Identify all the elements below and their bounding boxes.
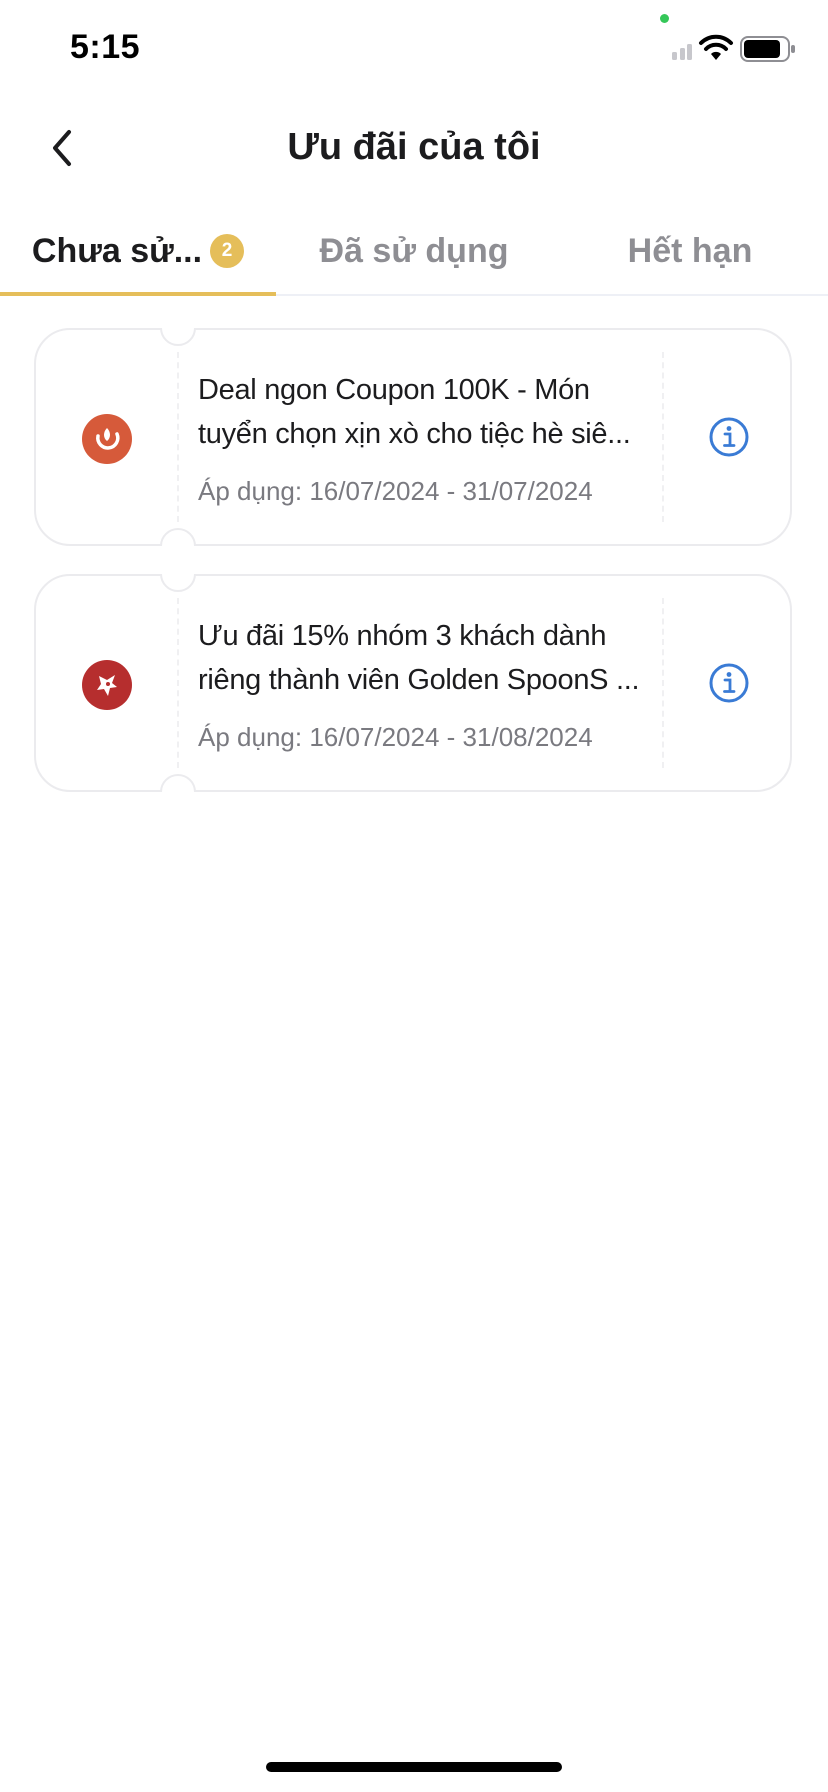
voucher-tabs: Chưa sử... 2 Đã sử dụng Hết hạn [0, 208, 828, 296]
tab-used[interactable]: Đã sử dụng [276, 208, 552, 294]
info-icon[interactable] [708, 416, 750, 458]
voucher-title: Ưu đãi 15% nhóm 3 khách dành riêng thành… [198, 620, 640, 696]
voucher-validity-dates: Áp dụng: 16/07/2024 - 31/08/2024 [198, 722, 593, 752]
brand-logo [82, 660, 132, 710]
tab-unused-count-badge: 2 [210, 234, 245, 268]
navigation-header: Ưu đãi của tôi [0, 100, 828, 196]
info-icon[interactable] [708, 662, 750, 704]
status-bar: 5:15 [0, 0, 828, 100]
home-indicator[interactable] [266, 1762, 562, 1772]
voucher-list: Deal ngon Coupon 100K - Món tuyển chọn x… [34, 308, 794, 820]
voucher-card[interactable]: Ưu đãi 15% nhóm 3 khách dành riêng thành… [34, 554, 792, 812]
tab-expired[interactable]: Hết hạn [552, 208, 828, 294]
voucher-card[interactable]: Deal ngon Coupon 100K - Món tuyển chọn x… [34, 308, 792, 566]
dragon-logo-icon [97, 675, 117, 696]
ticket-divider [177, 352, 179, 522]
cellular-signal-icon [672, 44, 692, 60]
page-title: Ưu đãi của tôi [287, 126, 541, 168]
ticket-divider [662, 352, 664, 522]
tab-unused[interactable]: Chưa sử... 2 [0, 208, 276, 296]
tab-unused-label: Chưa sử... [31, 231, 203, 270]
ticket-divider [662, 598, 664, 768]
battery-icon [740, 36, 795, 62]
flame-swirl-logo-icon [96, 428, 120, 450]
tab-expired-label: Hết hạn [627, 231, 753, 270]
ticket-divider [177, 598, 179, 768]
voucher-validity-dates: Áp dụng: 16/07/2024 - 31/07/2024 [198, 476, 593, 506]
status-time: 5:15 [70, 28, 141, 66]
tab-used-label: Đã sử dụng [319, 231, 509, 270]
ticket-notch-mask [156, 554, 200, 574]
brand-logo [82, 414, 132, 464]
ticket-notch-mask [156, 792, 200, 812]
camera-indicator-dot [660, 14, 669, 23]
ticket-notch-mask [156, 308, 200, 328]
voucher-title: Deal ngon Coupon 100K - Món tuyển chọn x… [198, 374, 631, 450]
wifi-icon [699, 34, 733, 60]
